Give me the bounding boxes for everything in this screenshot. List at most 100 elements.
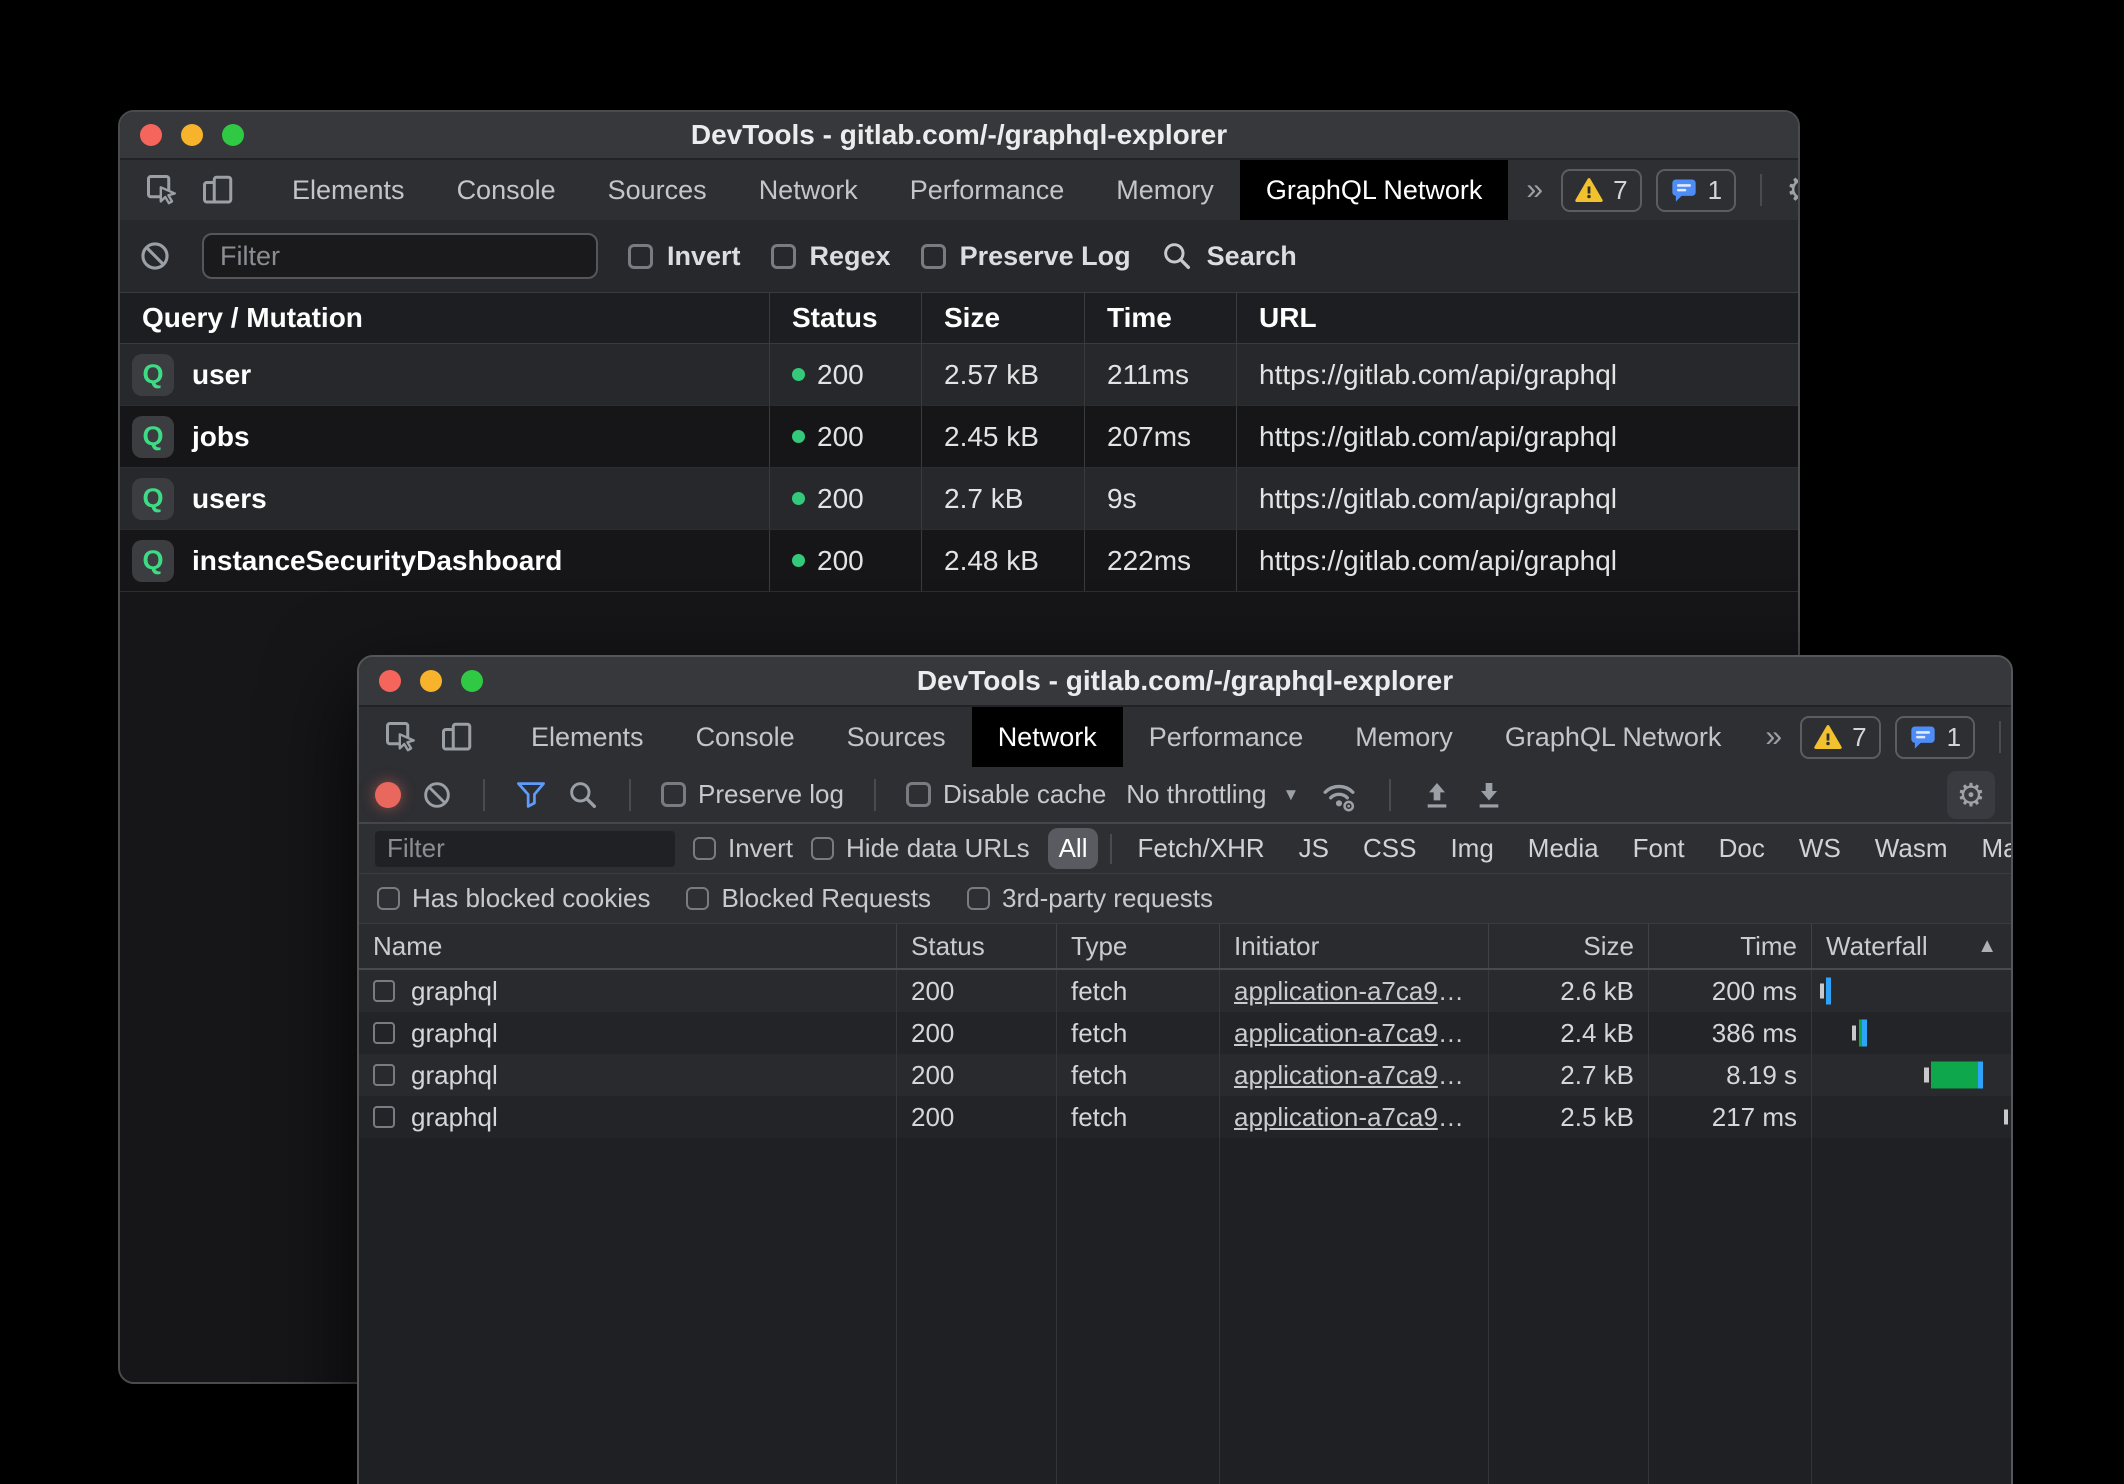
col-query-mutation[interactable]: Query / Mutation xyxy=(120,293,769,343)
close-button[interactable] xyxy=(379,670,401,692)
invert-checkbox[interactable]: Invert xyxy=(628,241,741,272)
third-party-requests-checkbox[interactable]: 3rd-party requests xyxy=(967,883,1213,914)
import-har-icon[interactable] xyxy=(1421,779,1453,811)
type-filter-js[interactable]: JS xyxy=(1286,828,1342,869)
tab-console[interactable]: Console xyxy=(431,160,582,220)
minimize-button[interactable] xyxy=(181,124,203,146)
invert-checkbox[interactable]: Invert xyxy=(693,833,793,864)
checkbox[interactable] xyxy=(811,837,834,860)
network-conditions-icon[interactable] xyxy=(1319,777,1359,813)
table-row[interactable]: QinstanceSecurityDashboard 200 2.48 kB 2… xyxy=(120,530,1798,592)
tab-sources[interactable]: Sources xyxy=(821,707,972,767)
export-har-icon[interactable] xyxy=(1473,779,1505,811)
tab-console[interactable]: Console xyxy=(670,707,821,767)
type-filter-media[interactable]: Media xyxy=(1515,828,1612,869)
type-filter-css[interactable]: CSS xyxy=(1350,828,1429,869)
more-tabs-icon[interactable]: » xyxy=(1508,160,1561,220)
checkbox[interactable] xyxy=(377,887,400,910)
clear-icon[interactable] xyxy=(421,779,453,811)
blocked-requests-checkbox[interactable]: Blocked Requests xyxy=(686,883,931,914)
row-checkbox[interactable] xyxy=(373,980,395,1002)
preserve-log-checkbox[interactable]: Preserve Log xyxy=(921,241,1131,272)
device-toolbar-icon[interactable] xyxy=(429,707,485,767)
type-filter-doc[interactable]: Doc xyxy=(1706,828,1778,869)
device-toolbar-icon[interactable] xyxy=(190,160,246,220)
row-checkbox[interactable] xyxy=(373,1106,395,1128)
graphql-filter-input[interactable] xyxy=(202,233,598,279)
disable-cache-checkbox[interactable]: Disable cache xyxy=(906,779,1106,810)
warnings-badge[interactable]: 7 xyxy=(1561,169,1641,212)
tab-memory[interactable]: Memory xyxy=(1329,707,1479,767)
checkbox[interactable] xyxy=(967,887,990,910)
table-row[interactable]: Qjobs 200 2.45 kB 207ms https://gitlab.c… xyxy=(120,406,1798,468)
regex-checkbox[interactable]: Regex xyxy=(771,241,891,272)
checkbox[interactable] xyxy=(921,244,946,269)
col-name[interactable]: Name xyxy=(359,924,896,968)
col-type[interactable]: Type xyxy=(1056,924,1219,968)
checkbox[interactable] xyxy=(661,782,686,807)
checkbox[interactable] xyxy=(628,244,653,269)
search-button[interactable]: Search xyxy=(1161,240,1297,272)
table-row[interactable]: graphql 200 fetch application-a7ca9d0… 2… xyxy=(359,970,2011,1012)
tab-elements[interactable]: Elements xyxy=(266,160,431,220)
inspect-element-icon[interactable] xyxy=(373,707,429,767)
tab-graphql-network[interactable]: GraphQL Network xyxy=(1240,160,1509,220)
titlebar[interactable]: DevTools - gitlab.com/-/graphql-explorer xyxy=(359,657,2011,707)
filter-funnel-icon[interactable] xyxy=(515,779,547,811)
type-filter-img[interactable]: Img xyxy=(1437,828,1506,869)
tab-elements[interactable]: Elements xyxy=(505,707,670,767)
settings-gear-icon[interactable]: ⚙ xyxy=(1786,172,1800,208)
initiator-link[interactable]: application-a7ca9d0… xyxy=(1234,1060,1474,1091)
close-button[interactable] xyxy=(140,124,162,146)
inspect-element-icon[interactable] xyxy=(134,160,190,220)
search-icon[interactable] xyxy=(567,779,599,811)
zoom-button[interactable] xyxy=(461,670,483,692)
type-filter-fetch-xhr[interactable]: Fetch/XHR xyxy=(1124,828,1277,869)
type-filter-ws[interactable]: WS xyxy=(1786,828,1854,869)
col-size[interactable]: Size xyxy=(1488,924,1648,968)
throttling-select[interactable]: No throttling ▼ xyxy=(1126,779,1299,810)
checkbox[interactable] xyxy=(686,887,709,910)
table-row[interactable]: Qusers 200 2.7 kB 9s https://gitlab.com/… xyxy=(120,468,1798,530)
tab-performance[interactable]: Performance xyxy=(1123,707,1330,767)
table-row[interactable]: graphql 200 fetch application-a7ca9d0… 2… xyxy=(359,1054,2011,1096)
has-blocked-cookies-checkbox[interactable]: Has blocked cookies xyxy=(377,883,650,914)
col-url[interactable]: URL xyxy=(1236,293,1798,343)
col-waterfall[interactable]: Waterfall ▲ xyxy=(1811,924,2011,968)
more-tabs-icon[interactable]: » xyxy=(1747,707,1800,767)
type-filter-manifest[interactable]: Manifest xyxy=(1969,828,2014,869)
col-initiator[interactable]: Initiator xyxy=(1219,924,1488,968)
messages-badge[interactable]: 1 xyxy=(1656,169,1736,212)
row-checkbox[interactable] xyxy=(373,1064,395,1086)
col-status[interactable]: Status xyxy=(896,924,1056,968)
preserve-log-checkbox[interactable]: Preserve log xyxy=(661,779,844,810)
tab-performance[interactable]: Performance xyxy=(884,160,1091,220)
checkbox[interactable] xyxy=(771,244,796,269)
tab-network[interactable]: Network xyxy=(972,707,1123,767)
tab-network[interactable]: Network xyxy=(733,160,884,220)
tab-sources[interactable]: Sources xyxy=(582,160,733,220)
col-size[interactable]: Size xyxy=(921,293,1084,343)
network-filter-input[interactable] xyxy=(375,831,675,867)
initiator-link[interactable]: application-a7ca9d0… xyxy=(1234,1102,1474,1133)
type-filter-wasm[interactable]: Wasm xyxy=(1862,828,1961,869)
table-row[interactable]: Quser 200 2.57 kB 211ms https://gitlab.c… xyxy=(120,344,1798,406)
col-time[interactable]: Time xyxy=(1648,924,1811,968)
titlebar[interactable]: DevTools - gitlab.com/-/graphql-explorer xyxy=(120,112,1798,160)
block-icon[interactable] xyxy=(138,239,172,273)
checkbox[interactable] xyxy=(906,782,931,807)
initiator-link[interactable]: application-a7ca9d0… xyxy=(1234,976,1474,1007)
tab-memory[interactable]: Memory xyxy=(1090,160,1240,220)
table-row[interactable]: graphql 200 fetch application-a7ca9d0… 2… xyxy=(359,1096,2011,1138)
col-status[interactable]: Status xyxy=(769,293,921,343)
record-button[interactable] xyxy=(375,782,401,808)
messages-badge[interactable]: 1 xyxy=(1895,716,1975,759)
checkbox[interactable] xyxy=(693,837,716,860)
row-checkbox[interactable] xyxy=(373,1022,395,1044)
table-row[interactable]: graphql 200 fetch application-a7ca9d0… 2… xyxy=(359,1012,2011,1054)
network-settings-gear-icon[interactable]: ⚙ xyxy=(1947,771,1995,819)
type-filter-font[interactable]: Font xyxy=(1620,828,1698,869)
hide-data-urls-checkbox[interactable]: Hide data URLs xyxy=(811,833,1030,864)
zoom-button[interactable] xyxy=(222,124,244,146)
type-filter-all[interactable]: All xyxy=(1048,828,1099,869)
